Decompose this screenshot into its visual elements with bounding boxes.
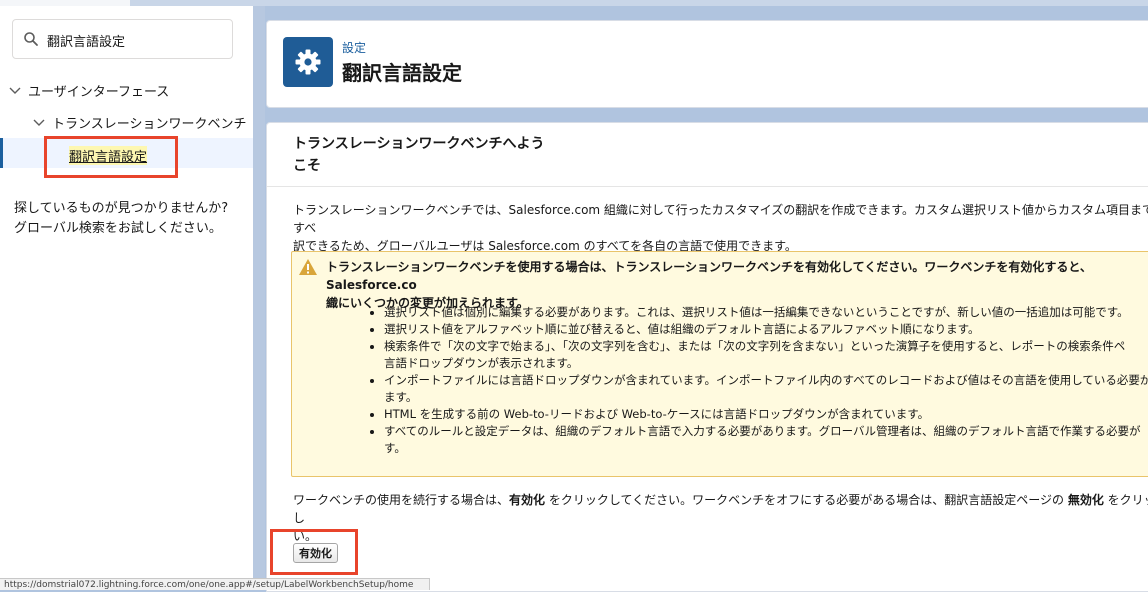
warning-list-item: 選択リスト値は個別に編集する必要があります。これは、選択リスト値は一括編集できな… — [384, 304, 1148, 321]
warning-list-item: 検索条件で「次の文字で始まる」、「次の文字列を含む」、または「次の文字列を含まな… — [384, 338, 1148, 372]
chevron-down-icon[interactable] — [32, 116, 46, 130]
not-found-line1: 探しているものが見つかりませんか? — [14, 201, 229, 216]
highlight-box-enable — [270, 529, 358, 575]
page-title: 翻訳言語設定 — [342, 61, 462, 85]
tree-item-translation-workbench[interactable]: トランスレーションワークベンチ — [32, 113, 246, 132]
highlight-box-sidebar — [44, 136, 178, 178]
chevron-down-icon[interactable] — [8, 84, 22, 98]
quick-find-box[interactable] — [12, 19, 233, 59]
gear-icon — [283, 37, 333, 87]
warning-box: トランスレーションワークベンチを使用する場合は、トランスレーションワークベンチを… — [291, 251, 1148, 477]
warning-list-item: HTML を生成する前の Web-to-リードおよび Web-to-ケースには言… — [384, 406, 1148, 423]
quick-find-input[interactable] — [45, 28, 229, 52]
footer-text-part: ワークベンチの使用を続行する場合は、 — [293, 493, 510, 507]
sidebar-divider — [253, 6, 265, 587]
section-divider — [267, 186, 1148, 187]
not-found-line2: グローバル検索をお試しください。 — [14, 221, 222, 236]
selected-indicator — [0, 138, 3, 168]
tree-item-label: ユーザインターフェース — [28, 85, 170, 100]
warning-list-item: すべてのルールと設定データは、組織のデフォルト言語で入力する必要があります。グロ… — [384, 423, 1148, 457]
page-header: 設定 翻訳言語設定 — [266, 20, 1148, 108]
footer-enable-keyword: 有効化 — [509, 493, 546, 507]
not-found-message: 探しているものが見つかりませんか? グローバル検索をお試しください。 — [14, 199, 246, 239]
section-title: トランスレーションワークベンチへようこそ — [293, 136, 545, 174]
footer-disable-keyword: 無効化 — [1067, 493, 1104, 507]
warning-list: 選択リスト値は個別に編集する必要があります。これは、選択リスト値は一括編集できな… — [370, 304, 1148, 457]
browser-status-bar: https://domstrial072.lightning.force.com… — [0, 578, 430, 590]
gear-icon-graphic — [295, 49, 321, 75]
tree-item-label: トランスレーションワークベンチ — [52, 117, 247, 132]
breadcrumb-setup[interactable]: 設定 — [342, 39, 366, 56]
tree-item-user-interface[interactable]: ユーザインターフェース — [8, 81, 169, 100]
warning-list-item: 選択リスト値をアルファベット順に並び替えると、値は組織のデフォルト言語によるアル… — [384, 321, 1148, 338]
warning-icon — [299, 259, 317, 275]
setup-sidebar: ユーザインターフェース トランスレーションワークベンチ 翻訳言語設定 探している… — [0, 6, 253, 587]
warning-list-item: インポートファイルには言語ドロップダウンが含まれています。インポートファイル内の… — [384, 372, 1148, 406]
search-icon — [24, 32, 38, 46]
footer-text-part: をクリックしてください。ワークベンチをオフにする必要がある場合は、翻訳言語設定ペ… — [545, 493, 1068, 507]
intro-text: トランスレーションワークベンチでは、Salesforce.com 組織に対して行… — [293, 203, 1148, 253]
footer-instructions: ワークベンチの使用を続行する場合は、有効化 をクリックしてください。ワークベンチ… — [293, 491, 1148, 545]
main-content-card: トランスレーションワークベンチへようこそ トランスレーションワークベンチでは、S… — [266, 122, 1148, 592]
